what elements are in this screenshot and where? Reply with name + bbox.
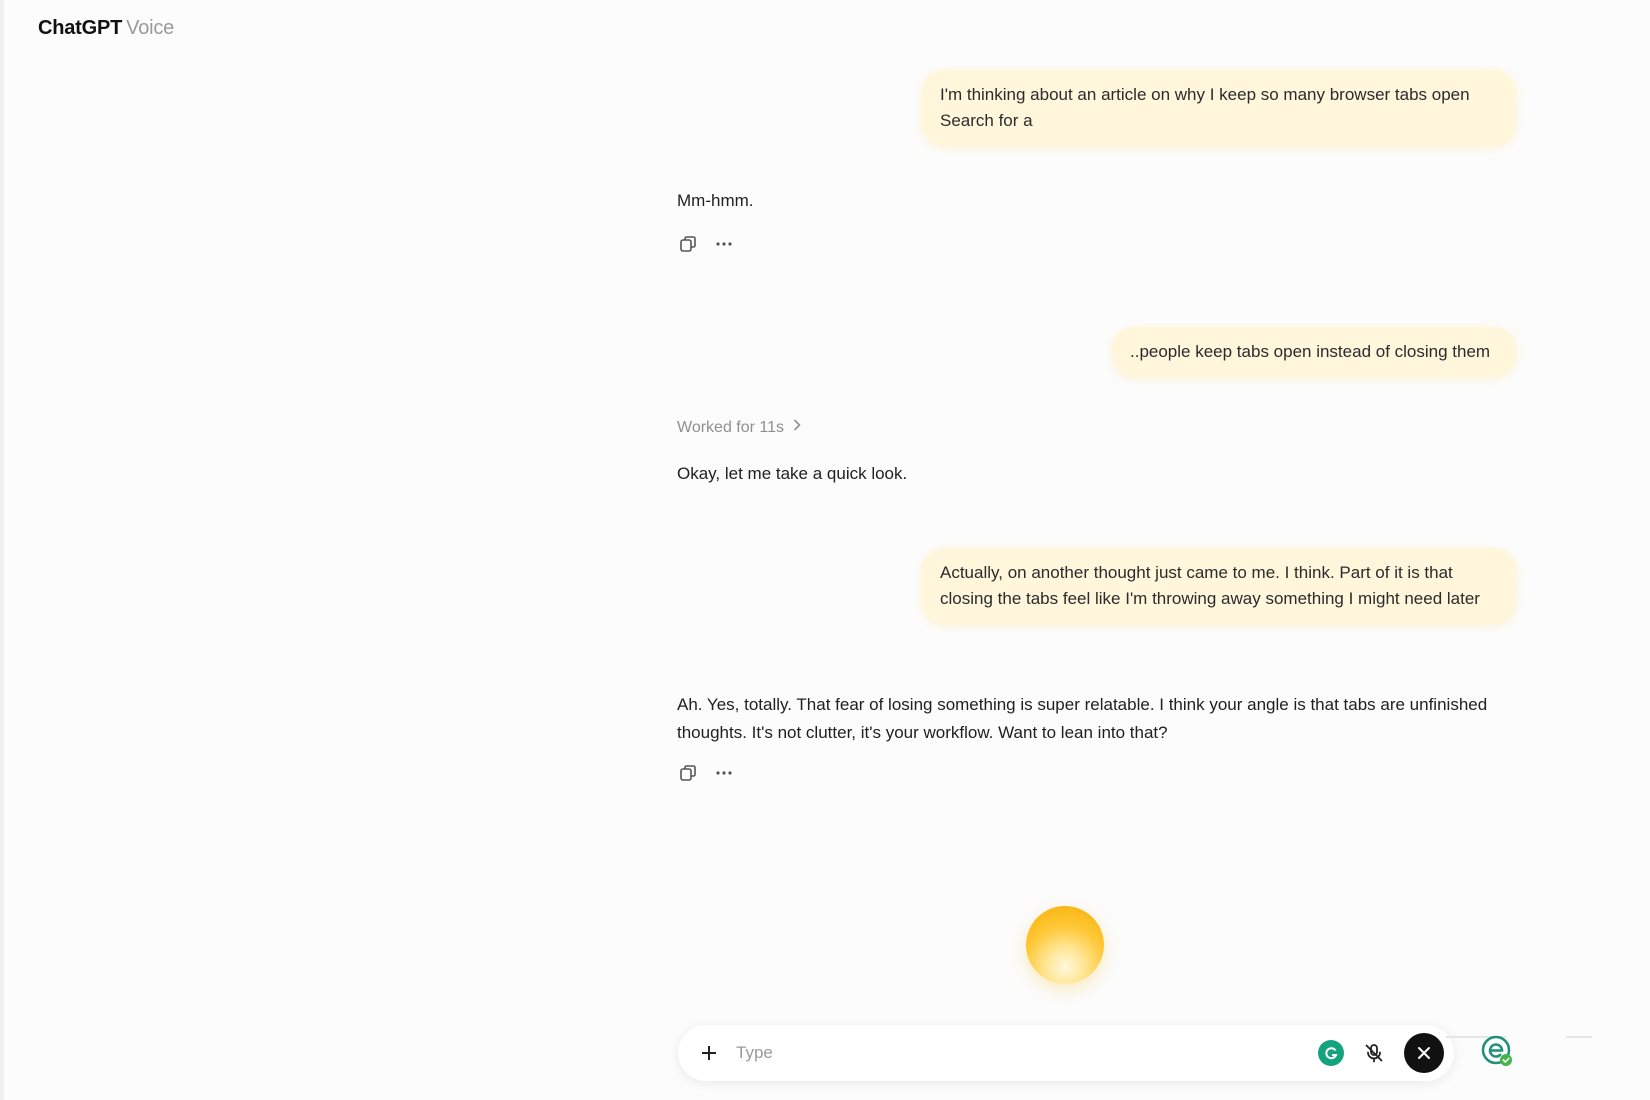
mic-off-icon[interactable] xyxy=(1356,1035,1392,1071)
composer-bar xyxy=(678,1025,1454,1081)
chat-page: ChatGPT Voice I'm thinking about an artic… xyxy=(0,0,1650,1100)
app-brand: ChatGPT Voice xyxy=(38,17,174,40)
worked-status[interactable]: Worked for 11s xyxy=(677,418,802,437)
copy-icon[interactable] xyxy=(677,233,699,255)
user-message: ..people keep tabs open instead of closi… xyxy=(1112,327,1516,377)
message-actions xyxy=(677,762,735,784)
mode-label: Voice xyxy=(126,17,175,39)
user-message-text: ..people keep tabs open instead of closi… xyxy=(1130,342,1491,361)
worked-status-text: Worked for 11s xyxy=(677,418,785,436)
composer-tools xyxy=(1318,1033,1444,1073)
copy-icon[interactable] xyxy=(677,762,699,784)
assistant-message: Okay, let me take a quick look. xyxy=(677,460,907,488)
grammarly-icon[interactable] xyxy=(1318,1040,1344,1066)
assistant-message-text: Mm-hmm. xyxy=(677,191,754,210)
more-horizontal-icon[interactable] xyxy=(713,762,735,784)
user-message-text: Actually, on another thought just came t… xyxy=(940,563,1480,608)
extension-shield-icon[interactable] xyxy=(1480,1034,1514,1068)
user-message-text: I'm thinking about an article on why I k… xyxy=(940,85,1470,130)
chevron-right-icon xyxy=(792,418,802,437)
message-input[interactable] xyxy=(734,1042,1318,1064)
assistant-message-text: Okay, let me take a quick look. xyxy=(677,464,908,483)
divider xyxy=(1566,1036,1592,1038)
close-icon[interactable] xyxy=(1404,1033,1444,1073)
app-name: ChatGPT xyxy=(38,17,123,39)
assistant-message: Mm-hmm. xyxy=(677,187,753,215)
user-message: Actually, on another thought just came t… xyxy=(922,548,1516,624)
assistant-message-text: Ah. Yes, totally. That fear of losing so… xyxy=(677,695,1488,742)
plus-icon[interactable] xyxy=(694,1038,724,1068)
user-message: I'm thinking about an article on why I k… xyxy=(922,70,1516,146)
assistant-message: Ah. Yes, totally. That fear of losing so… xyxy=(677,691,1527,747)
message-actions xyxy=(677,233,735,255)
voice-orb xyxy=(1026,906,1104,984)
more-horizontal-icon[interactable] xyxy=(713,233,735,255)
